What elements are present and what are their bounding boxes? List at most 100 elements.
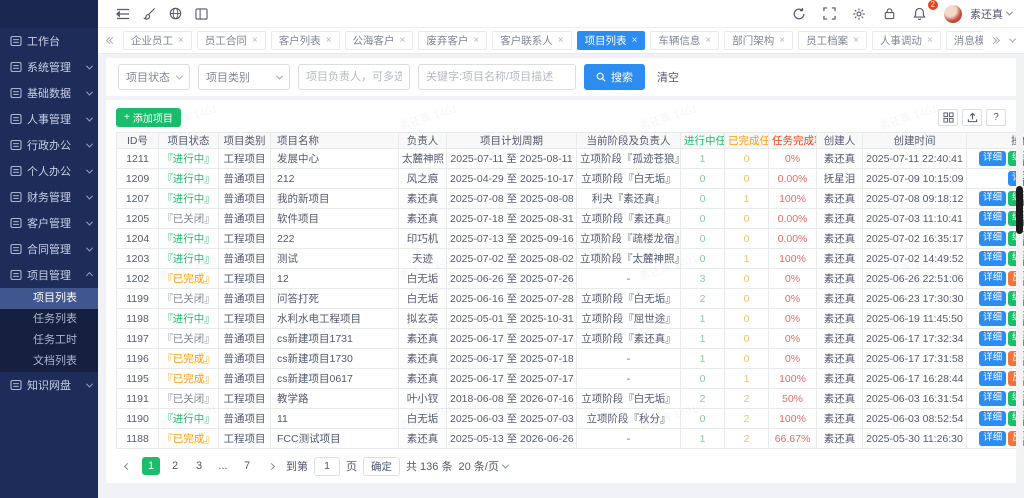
- sidebar-subitem-task-hours[interactable]: 任务工时: [0, 330, 98, 351]
- project-category-select[interactable]: 项目类别: [198, 64, 290, 90]
- sidebar-item-admin[interactable]: 行政办公: [0, 132, 98, 158]
- detail-button[interactable]: 详细: [979, 431, 1006, 445]
- tab-废弃客户[interactable]: 废弃客户×: [418, 31, 487, 50]
- cell-id: 1203: [117, 249, 159, 269]
- tab-close-icon[interactable]: ×: [400, 35, 406, 46]
- brush-icon[interactable]: [136, 4, 162, 24]
- cell-status: 『进行中』: [159, 169, 219, 189]
- detail-button[interactable]: 详细: [979, 151, 1006, 165]
- goto-page-input[interactable]: [314, 457, 340, 476]
- tab-消息模板[interactable]: 消息模板×: [946, 31, 983, 50]
- tab-close-icon[interactable]: ×: [473, 35, 479, 46]
- page-button[interactable]: 3: [190, 457, 208, 475]
- tab-close-icon[interactable]: ×: [853, 35, 859, 46]
- tab-员工合同[interactable]: 员工合同×: [197, 31, 266, 50]
- column-settings-button[interactable]: [938, 109, 958, 126]
- detail-button[interactable]: 详细: [979, 391, 1006, 405]
- cell-category: 普通项目: [219, 369, 271, 389]
- detail-button[interactable]: 详细: [979, 411, 1006, 425]
- tab-员工档案[interactable]: 员工档案×: [798, 31, 867, 50]
- cell-created-time: 2025-07-02 14:49:52: [863, 249, 967, 269]
- add-project-button[interactable]: + 添加项目: [116, 108, 181, 127]
- tab-close-icon[interactable]: ×: [927, 35, 933, 46]
- user-menu[interactable]: 素还真: [970, 6, 1012, 22]
- page-button[interactable]: 1: [142, 457, 160, 475]
- cell-name: 12: [271, 269, 399, 289]
- sidebar-subitem-doc-list[interactable]: 文档列表: [0, 351, 98, 372]
- cell-period: 2025-06-03 至 2025-07-03: [447, 409, 577, 429]
- search-button[interactable]: 搜索: [584, 64, 645, 90]
- cell-name: FCC测试项目: [271, 429, 399, 449]
- next-page-button[interactable]: [262, 457, 280, 475]
- tab-客户列表[interactable]: 客户列表×: [271, 31, 340, 50]
- sidebar-subitem-task-list[interactable]: 任务列表: [0, 309, 98, 330]
- scrollbar-thumb[interactable]: [1016, 186, 1023, 234]
- sidebar-item-workbench[interactable]: 工作台: [0, 28, 98, 54]
- keyword-input[interactable]: [418, 64, 576, 90]
- export-button[interactable]: [962, 109, 982, 126]
- user-avatar[interactable]: [944, 5, 962, 23]
- tab-close-icon[interactable]: ×: [252, 35, 258, 46]
- page-button[interactable]: 2: [166, 457, 184, 475]
- refresh-icon[interactable]: [786, 4, 812, 24]
- globe-icon[interactable]: [162, 4, 188, 24]
- clear-button[interactable]: 清空: [657, 69, 679, 85]
- sidebar-item-hr[interactable]: 人事管理: [0, 106, 98, 132]
- tab-公海客户[interactable]: 公海客户×: [345, 31, 414, 50]
- detail-button[interactable]: 详细: [979, 211, 1006, 225]
- sidebar-item-knowledge[interactable]: 知识网盘: [0, 372, 98, 398]
- cell-owner: 天迹: [399, 249, 447, 269]
- fullscreen-icon[interactable]: [816, 4, 842, 24]
- prev-page-button[interactable]: [118, 457, 136, 475]
- project-status-select[interactable]: 项目状态: [118, 64, 190, 90]
- detail-button[interactable]: 详细: [979, 371, 1006, 385]
- sidebar-subitem-project-list[interactable]: 项目列表: [0, 288, 98, 309]
- tabs-scroll-left-icon[interactable]: [104, 38, 118, 43]
- tab-车辆信息[interactable]: 车辆信息×: [650, 31, 719, 50]
- export-icon: [967, 112, 978, 123]
- cell-id: 1207: [117, 189, 159, 209]
- tabs-scroll-right-icon[interactable]: [988, 38, 1002, 43]
- sidebar-item-system[interactable]: 系统管理: [0, 54, 98, 80]
- sidebar-item-contract[interactable]: 合同管理: [0, 236, 98, 262]
- sidebar-item-finance[interactable]: 财务管理: [0, 184, 98, 210]
- detail-button[interactable]: 详细: [979, 251, 1006, 265]
- tab-close-icon[interactable]: ×: [326, 35, 332, 46]
- project-owner-input[interactable]: [298, 64, 410, 90]
- tab-close-icon[interactable]: ×: [632, 35, 638, 46]
- tab-close-icon[interactable]: ×: [558, 35, 564, 46]
- notifications-bell-icon[interactable]: 2: [906, 4, 932, 24]
- collapse-menu-icon[interactable]: [110, 4, 136, 24]
- page-size-select[interactable]: 20 条/页: [458, 458, 507, 474]
- tab-客户联系人[interactable]: 客户联系人×: [492, 31, 571, 50]
- tab-close-icon[interactable]: ×: [705, 35, 711, 46]
- lock-icon[interactable]: [876, 4, 902, 24]
- sidebar-item-customer[interactable]: 客户管理: [0, 210, 98, 236]
- help-button[interactable]: ?: [986, 109, 1006, 126]
- page-button[interactable]: 7: [238, 457, 256, 475]
- cell-stage: 立项阶段『白无垢』: [577, 289, 681, 309]
- sidebar-item-project[interactable]: 项目管理: [0, 262, 98, 288]
- detail-button[interactable]: 详细: [979, 331, 1006, 345]
- tab-部门架构[interactable]: 部门架构×: [724, 31, 793, 50]
- tab-close-icon[interactable]: ×: [178, 35, 184, 46]
- detail-button[interactable]: 详细: [979, 351, 1006, 365]
- detail-button[interactable]: 详细: [979, 271, 1006, 285]
- layout-icon[interactable]: [188, 4, 214, 24]
- detail-button[interactable]: 详细: [979, 291, 1006, 305]
- tab-企业员工[interactable]: 企业员工×: [123, 31, 192, 50]
- tabs-menu-icon[interactable]: [1007, 38, 1018, 43]
- settings-gear-icon[interactable]: [846, 4, 872, 24]
- detail-button[interactable]: 详细: [979, 231, 1006, 245]
- detail-button[interactable]: 详细: [979, 311, 1006, 325]
- hr-icon: [10, 113, 22, 125]
- detail-button[interactable]: 详细: [979, 191, 1006, 205]
- goto-confirm-button[interactable]: 确定: [363, 457, 400, 476]
- tab-人事调动[interactable]: 人事调动×: [872, 31, 941, 50]
- cell-status: 『进行中』: [159, 189, 219, 209]
- sidebar-item-basedata[interactable]: 基础数据: [0, 80, 98, 106]
- scrollbar-track[interactable]: [1016, 128, 1023, 464]
- tab-项目列表[interactable]: 项目列表×: [577, 31, 646, 50]
- sidebar-item-personal[interactable]: 个人办公: [0, 158, 98, 184]
- tab-close-icon[interactable]: ×: [779, 35, 785, 46]
